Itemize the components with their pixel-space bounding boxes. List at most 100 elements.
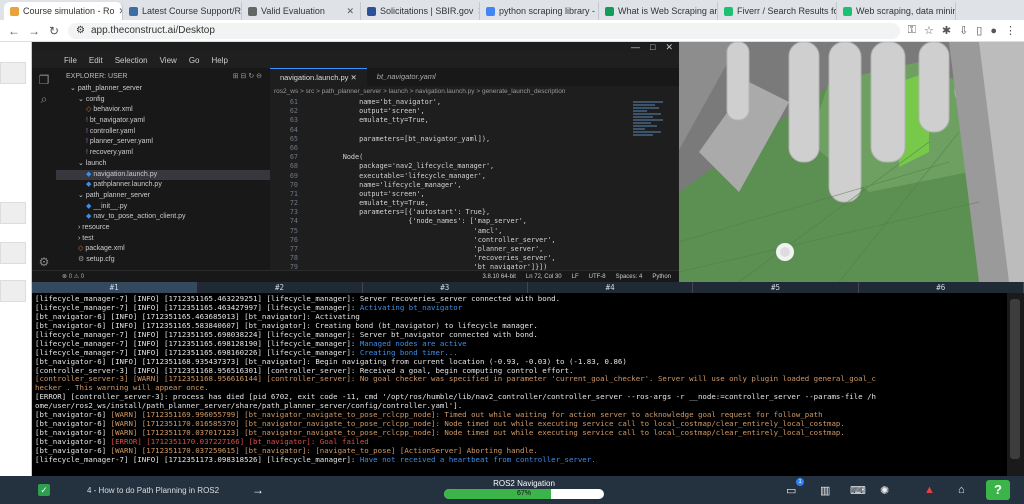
encoding[interactable]: UTF-8	[589, 274, 606, 280]
close-icon[interactable]: ✕	[665, 42, 673, 52]
file-tree-item[interactable]: ⌄ path_planner_server	[56, 84, 270, 95]
home-icon[interactable]: ⌂	[958, 484, 965, 496]
downloads-icon[interactable]: ⇩	[959, 24, 968, 37]
file-tree-item[interactable]: ⌄ launch	[56, 159, 270, 170]
file-tree-item[interactable]: ! bt_navigator.yaml	[56, 116, 270, 127]
settings-gear-icon[interactable]: ⚙	[32, 255, 56, 269]
shell-tab-6[interactable]: #6	[859, 282, 1024, 293]
file-tree-item[interactable]: ◇ package.xml	[56, 244, 270, 255]
file-tree-label: resource	[82, 223, 110, 231]
scrollbar-thumb[interactable]	[1010, 299, 1020, 459]
unit-title[interactable]: 4 - How to do Path Planning in ROS2	[87, 486, 219, 495]
file-tree-item[interactable]: ◇ behavior.xml	[56, 105, 270, 116]
browser-tab[interactable]: What is Web Scraping and✕	[599, 2, 718, 20]
explorer-actions-icon[interactable]: ⊞ ⊟ ↻ ⊖	[233, 72, 262, 80]
file-tree-item[interactable]: › test	[56, 234, 270, 245]
editor-tab-bt-navigator[interactable]: bt_navigator.yaml	[367, 68, 446, 86]
menu-selection[interactable]: Selection	[115, 56, 148, 65]
terminal-line: [bt_navigator-6] [WARN] [1712351170.0165…	[35, 420, 1004, 429]
editor-tab-navigation-launch[interactable]: navigation.launch.py ✕	[270, 68, 367, 86]
language-mode[interactable]: Python	[652, 274, 671, 280]
browser-tab[interactable]: Course simulation - Ro✕	[4, 2, 123, 20]
chevron-icon: ⌄	[78, 159, 86, 167]
warning-icon[interactable]: ▲	[924, 484, 935, 496]
menu-edit[interactable]: Edit	[89, 56, 103, 65]
url-field[interactable]: ⚙ app.theconstruct.ai/Desktop	[68, 22, 900, 39]
file-tree-item[interactable]: ! recovery.yaml	[56, 148, 270, 159]
menu-help[interactable]: Help	[211, 56, 227, 65]
terminal-line: [lifecycle_manager-7] [INFO] [1712351165…	[35, 340, 1004, 349]
menu-icon[interactable]: ⋮	[1005, 24, 1016, 37]
indent-spaces[interactable]: Spaces: 4	[616, 274, 643, 280]
terminal-line: [lifecycle_manager-7] [INFO] [1712351165…	[35, 349, 1004, 358]
next-arrow-icon[interactable]: →	[252, 483, 264, 497]
file-tree-label: recovery.yaml	[89, 149, 133, 157]
file-tree-item[interactable]: ! controller.yaml	[56, 127, 270, 138]
file-tree-item[interactable]: ◆ navigation.launch.py	[56, 169, 270, 181]
file-tree-item[interactable]: ◆ nav_to_pose_action_client.py	[56, 212, 270, 223]
shell-tab-4[interactable]: #4	[528, 282, 694, 293]
minimize-icon[interactable]: —	[631, 42, 640, 52]
python-version[interactable]: 3.8.10 64-bit	[483, 274, 516, 280]
browser-tab-label: Fiverr / Search Results fo	[737, 6, 837, 16]
shell-tab-2[interactable]: #2	[197, 282, 363, 293]
terminal-scrollbar[interactable]	[1007, 293, 1024, 476]
browser-tab[interactable]: Solicitations | SBIR.gov✕	[361, 2, 480, 20]
menu-view[interactable]: View	[160, 56, 177, 65]
profile-icon[interactable]: ●	[990, 25, 997, 37]
explorer-icon[interactable]: ❐	[32, 73, 56, 87]
shell-tab-1[interactable]: #1	[32, 282, 198, 293]
terminal-output[interactable]: [lifecycle_manager-7] [INFO] [1712351165…	[32, 293, 1007, 476]
monitor-icon[interactable]: ▭	[786, 484, 796, 497]
notebook-icon[interactable]: ▥	[820, 484, 830, 497]
file-tree-item[interactable]: ⌄ path_planner_server	[56, 191, 270, 202]
bookmark-star-icon[interactable]: ☆	[924, 24, 934, 37]
browser-tab[interactable]: Valid Evaluation ✕	[242, 2, 361, 20]
browser-tab[interactable]: Latest Course Support/ROS✕	[123, 2, 242, 20]
maximize-icon[interactable]: □	[650, 42, 655, 52]
extensions-icon[interactable]: ✱	[942, 24, 951, 37]
cursor-position[interactable]: Ln 72, Col 30	[526, 274, 562, 280]
file-tree-item[interactable]: ◆ pathplanner.launch.py	[56, 180, 270, 191]
menu-go[interactable]: Go	[189, 56, 200, 65]
sidepanel-icon[interactable]: ▯	[976, 24, 982, 37]
eol-mode[interactable]: LF	[572, 274, 579, 280]
progress-percent: 67%	[516, 490, 531, 497]
breadcrumb[interactable]: ros2_ws > src > path_planner_server > la…	[270, 86, 679, 98]
code-line: 78 'recoveries_server',	[270, 254, 679, 263]
file-tree-item[interactable]: ⌄ config	[56, 95, 270, 106]
log-prefix: [lifecycle_manager-7] [INFO] [1712351173…	[35, 455, 360, 464]
code-area[interactable]: 61 name='bt_navigator', 62 output='screen…	[270, 98, 679, 270]
file-tree-item[interactable]: › resource	[56, 223, 270, 234]
tab-close-icon[interactable]: ✕	[346, 6, 354, 17]
shell-tab-3[interactable]: #3	[363, 282, 528, 293]
help-button[interactable]: ?	[986, 480, 1010, 500]
back-icon[interactable]: ←	[8, 24, 20, 38]
code-line: 76 'controller_server',	[270, 236, 679, 245]
key-icon[interactable]: ⚿	[908, 24, 916, 37]
file-tree-item[interactable]: ◆ __init__.py	[56, 202, 270, 213]
log-prefix: [lifecycle_manager-7] [INFO] [1712351165…	[35, 303, 360, 312]
shell-tab-5[interactable]: #5	[693, 282, 859, 293]
file-tree-item[interactable]: ! planner_server.yaml	[56, 137, 270, 148]
code-text: {'node_names': ['map_server',	[310, 217, 527, 226]
code-icon[interactable]: ⌨	[850, 484, 866, 497]
reload-icon[interactable]: ↻	[48, 24, 60, 38]
problems-count[interactable]: ⊗ 0 ⚠ 0	[62, 273, 84, 280]
site-info-icon[interactable]: ⚙	[76, 25, 85, 36]
browser-tab[interactable]: python scraping library -✕	[480, 2, 599, 20]
browser-tab[interactable]: Web scraping, data minin✕	[837, 2, 956, 20]
ai-assistant-icon[interactable]: ✺	[880, 484, 889, 497]
minimap[interactable]	[633, 100, 673, 160]
line-number: 76	[289, 235, 298, 244]
search-icon[interactable]: ⌕	[32, 92, 56, 107]
progress-title: ROS2 Navigation	[493, 479, 555, 488]
forward-icon[interactable]: →	[28, 24, 40, 38]
menu-file[interactable]: File	[64, 56, 77, 65]
browser-tab[interactable]: Fiverr / Search Results fo✕	[718, 2, 837, 20]
gazebo-simulation-view[interactable]	[679, 42, 1024, 282]
unit-complete-check-icon[interactable]: ✓	[38, 484, 50, 496]
file-tree-item[interactable]: ⚙ setup.cfg	[56, 255, 270, 266]
tab-close-icon[interactable]: ✕	[350, 73, 356, 82]
line-number: 62	[289, 107, 298, 116]
